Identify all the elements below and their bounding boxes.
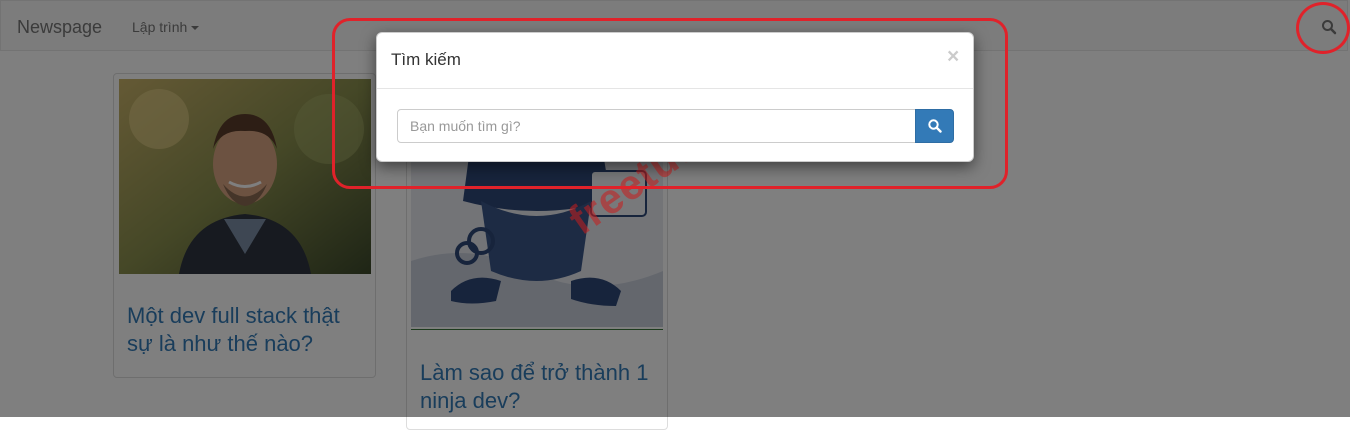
highlight-annotation-modal (332, 18, 1008, 189)
highlight-annotation-search-icon (1296, 2, 1350, 54)
